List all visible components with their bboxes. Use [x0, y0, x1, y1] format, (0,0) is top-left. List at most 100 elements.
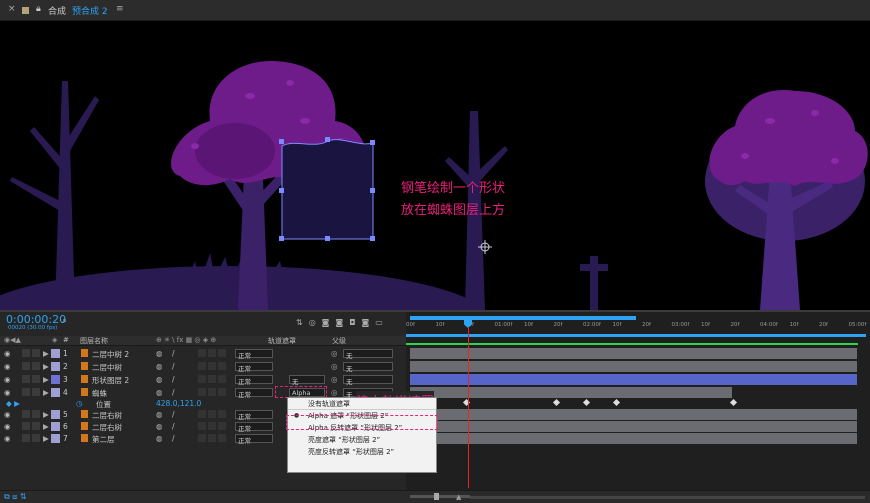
search-icon[interactable]: ⌕	[62, 316, 67, 326]
visibility-eye-icon[interactable]: ◉	[4, 422, 11, 431]
motion-blur-switch[interactable]	[208, 362, 216, 370]
solo-toggle[interactable]	[22, 375, 30, 383]
visibility-eye-icon[interactable]: ◉	[4, 434, 11, 443]
fx-switch[interactable]	[198, 422, 206, 430]
lock-icon[interactable]: 🔒︎	[36, 4, 41, 14]
blend-mode-dropdown[interactable]: 正常	[235, 434, 273, 445]
solo-toggle[interactable]	[22, 434, 30, 442]
label-color-swatch[interactable]	[51, 388, 60, 397]
label-color-swatch[interactable]	[51, 349, 60, 358]
layer-name[interactable]: 形状图层 2	[92, 375, 129, 386]
label-color-swatch[interactable]	[51, 410, 60, 419]
layer-row[interactable]: ◉ ▶ 1 二层中树 2 ◍ / 正常 ◎ 无	[0, 348, 406, 360]
adjustment-switch[interactable]	[218, 362, 226, 370]
track-area[interactable]	[406, 312, 870, 503]
label-color-swatch[interactable]	[51, 434, 60, 443]
collapse-switch-icon[interactable]: ◍	[156, 388, 163, 397]
solo-toggle[interactable]	[22, 410, 30, 418]
solo-toggle[interactable]	[22, 422, 30, 430]
adjustment-switch[interactable]	[218, 422, 226, 430]
pick-whip-icon[interactable]: ◎	[331, 362, 338, 371]
solo-toggle[interactable]	[22, 349, 30, 357]
lock-toggle[interactable]	[32, 434, 40, 442]
label-color-swatch[interactable]	[51, 422, 60, 431]
motion-blur-switch[interactable]	[208, 388, 216, 396]
fx-switch[interactable]	[198, 375, 206, 383]
layer-duration-bar[interactable]	[410, 361, 857, 372]
header-layer-name[interactable]: 图层名称	[80, 336, 108, 346]
timeline-switch-icons[interactable]: ⇅◎◙◙◘◙▭	[296, 318, 406, 328]
collapse-switch-icon[interactable]: ◍	[156, 434, 163, 443]
horizontal-scrollbar[interactable]	[470, 496, 865, 499]
visibility-eye-icon[interactable]: ◉	[4, 388, 11, 397]
parent-dropdown[interactable]: 无	[343, 362, 393, 373]
motion-blur-switch[interactable]	[208, 410, 216, 418]
close-tab-icon[interactable]: ×	[8, 4, 16, 14]
layer-name[interactable]: 二层右树	[92, 410, 122, 421]
header-parent[interactable]: 父级	[332, 336, 346, 346]
expand-triangle-icon[interactable]: ▶	[43, 375, 49, 384]
layer-duration-bar[interactable]	[410, 421, 857, 432]
pick-whip-icon[interactable]: ◎	[331, 388, 338, 397]
lock-toggle[interactable]	[32, 349, 40, 357]
layer-row[interactable]: ◉ ▶ 3 形状图层 2 ◍ / 正常 无 ◎ 无	[0, 374, 406, 386]
layer-duration-bar[interactable]	[410, 348, 857, 359]
quality-switch-icon[interactable]: /	[172, 410, 175, 419]
blend-mode-dropdown[interactable]: 正常	[235, 422, 273, 433]
layer-row[interactable]: ◉ ▶ 2 二层中树 ◍ / 正常 ◎ 无	[0, 361, 406, 373]
adjustment-switch[interactable]	[218, 349, 226, 357]
composition-viewer[interactable]: 钢笔绘制一个形状 放在蜘蛛图层上方	[0, 21, 870, 310]
motion-blur-switch[interactable]	[208, 349, 216, 357]
keyframe-nav-icon[interactable]: ◆ ▶	[6, 399, 20, 408]
stopwatch-icon[interactable]: ◷	[76, 399, 83, 408]
adjustment-switch[interactable]	[218, 410, 226, 418]
visibility-eye-icon[interactable]: ◉	[4, 375, 11, 384]
layer-duration-bar[interactable]	[410, 387, 732, 398]
fx-switch[interactable]	[198, 434, 206, 442]
quality-switch-icon[interactable]: /	[172, 362, 175, 371]
fx-switch[interactable]	[198, 349, 206, 357]
expand-triangle-icon[interactable]: ▶	[43, 434, 49, 443]
blend-mode-dropdown[interactable]: 正常	[235, 410, 273, 421]
expand-triangle-icon[interactable]: ▶	[43, 349, 49, 358]
fx-switch[interactable]	[198, 410, 206, 418]
layer-duration-bar[interactable]	[410, 433, 857, 444]
expand-triangle-icon[interactable]: ▶	[43, 410, 49, 419]
quality-switch-icon[interactable]: /	[172, 422, 175, 431]
tab-precomp-2[interactable]: 预合成 2	[72, 4, 108, 17]
expand-triangle-icon[interactable]: ▶	[43, 422, 49, 431]
matte-menu-item[interactable]: 亮度反转遮罩 “形状图层 2”	[288, 446, 436, 458]
quality-switch-icon[interactable]: /	[172, 375, 175, 384]
lock-toggle[interactable]	[32, 410, 40, 418]
zoom-in-icon[interactable]: ▲	[456, 493, 461, 501]
collapse-switch-icon[interactable]: ◍	[156, 410, 163, 419]
fx-switch[interactable]	[198, 362, 206, 370]
motion-blur-switch[interactable]	[208, 375, 216, 383]
layer-duration-bar[interactable]	[410, 374, 857, 385]
quality-switch-icon[interactable]: /	[172, 388, 175, 397]
track-matte-dropdown[interactable]: 无	[289, 375, 325, 386]
lock-toggle[interactable]	[32, 375, 40, 383]
tab-menu-icon[interactable]: ≡	[116, 4, 124, 14]
collapse-switch-icon[interactable]: ◍	[156, 422, 163, 431]
parent-dropdown[interactable]: 无	[343, 349, 393, 360]
work-area-bar[interactable]	[410, 316, 636, 320]
lock-toggle[interactable]	[32, 422, 40, 430]
collapse-switch-icon[interactable]: ◍	[156, 349, 163, 358]
expand-triangle-icon[interactable]: ▶	[43, 388, 49, 397]
matte-menu-item[interactable]: 亮度遮罩 “形状图层 2”	[288, 434, 436, 446]
blend-mode-dropdown[interactable]: 正常	[235, 349, 273, 360]
fx-switch[interactable]	[198, 388, 206, 396]
header-track-matte[interactable]: 轨道遮罩	[268, 336, 296, 346]
zoom-slider-thumb[interactable]	[434, 493, 439, 500]
blend-mode-dropdown[interactable]: 正常	[235, 362, 273, 373]
blend-mode-dropdown[interactable]: 正常	[235, 388, 273, 399]
visibility-eye-icon[interactable]: ◉	[4, 362, 11, 371]
time-ruler[interactable]: 00f 10f 20f 01:00f 10f 20f 02:00f 10f 20f 03:00f 1…	[406, 322, 868, 332]
parent-dropdown[interactable]: 无	[343, 375, 393, 386]
visibility-eye-icon[interactable]: ◉	[4, 410, 11, 419]
layer-name[interactable]: 第二层	[92, 434, 115, 445]
solo-toggle[interactable]	[22, 362, 30, 370]
layer-name[interactable]: 二层中树	[92, 362, 122, 373]
pick-whip-icon[interactable]: ◎	[331, 349, 338, 358]
